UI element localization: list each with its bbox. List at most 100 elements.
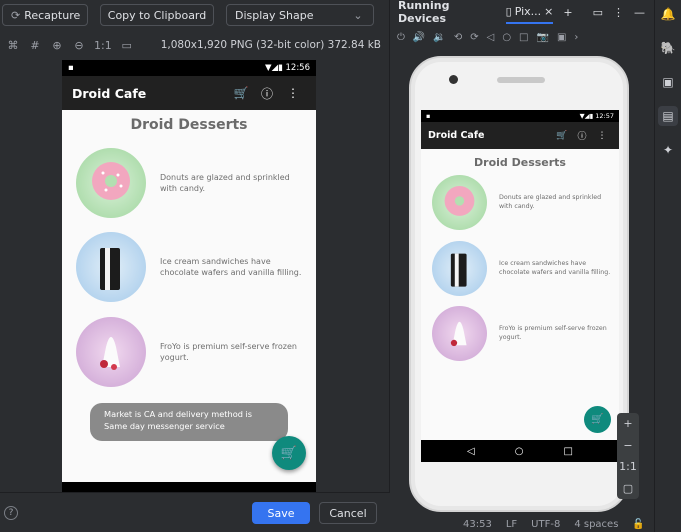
home-icon[interactable]: ○ <box>502 32 511 43</box>
minimize-icon[interactable]: — <box>634 6 645 19</box>
device-nav-bar: ◁ ○ □ <box>421 440 619 462</box>
close-icon[interactable]: × <box>544 5 553 18</box>
tab-device[interactable]: ▯ Pix... × <box>505 0 554 24</box>
add-tab-icon[interactable]: + <box>563 6 572 19</box>
info-icon[interactable]: ⓘ <box>254 85 280 102</box>
list-item: Donuts are glazed and sprinkled with can… <box>432 175 613 230</box>
screenshot-icon[interactable]: 📷 <box>537 32 549 43</box>
copy-to-clipboard-button[interactable]: Copy to Clipboard <box>100 4 214 26</box>
notification-icon: ▪ <box>68 63 74 73</box>
screen-record-icon[interactable]: ▣ <box>557 32 566 43</box>
running-devices-tabs: Running Devices ▯ Pix... × + ▭ ⋮ — <box>391 0 645 25</box>
screenshot-dialog: ⟳ Recapture Copy to Clipboard Display Sh… <box>0 0 390 532</box>
overflow-menu-icon[interactable]: ⋮ <box>592 131 612 141</box>
running-devices-icon[interactable]: ▤ <box>658 106 678 126</box>
dialog-footer: ? Save Cancel <box>0 492 390 532</box>
nav-overview-icon[interactable]: □ <box>564 446 573 457</box>
zoom-in-icon[interactable]: + <box>623 417 632 430</box>
recapture-label: Recapture <box>24 8 81 22</box>
cart-icon[interactable]: 🛒 <box>228 86 254 100</box>
zoom-out-icon[interactable]: − <box>623 439 632 452</box>
volume-up-icon[interactable]: 🔊 <box>413 32 425 43</box>
device-frame: ▪ ▼◢▮ 12:57 Droid Cafe 🛒 ⓘ ⋮ Droid Desse… <box>409 56 629 512</box>
grid-icon[interactable]: # <box>28 38 42 52</box>
save-button[interactable]: Save <box>252 502 310 524</box>
ice-cream-sandwich-description: Ice cream sandwiches have chocolate wafe… <box>160 256 302 277</box>
list-item: Ice cream sandwiches have chocolate wafe… <box>432 241 613 296</box>
power-icon[interactable]: ⏻ <box>397 32 405 43</box>
device-desserts-heading: Droid Desserts <box>474 156 566 169</box>
device-status-time: 12:57 <box>595 112 614 120</box>
display-shape-select[interactable]: Display Shape ⌄ <box>226 4 374 26</box>
more-options-icon[interactable]: ⋮ <box>613 6 624 19</box>
froyo-description: FroYo is premium self-serve frozen yogur… <box>160 341 297 362</box>
zoom-actual-size[interactable]: 1:1 <box>619 460 637 473</box>
info-icon[interactable]: ⓘ <box>572 129 592 142</box>
help-icon[interactable]: ? <box>4 506 18 520</box>
froyo-image[interactable] <box>76 317 146 387</box>
device-app-bar: Droid Cafe 🛒 ⓘ ⋮ <box>421 122 619 149</box>
device-toolbar: ⏻ 🔊 🔉 ⟲ ⟳ ◁ ○ □ 📷 ▣ › <box>397 32 639 43</box>
ice-cream-sandwich-image[interactable] <box>76 232 146 302</box>
overflow-menu-icon[interactable]: ⋮ <box>280 86 306 100</box>
device-mirroring-icon[interactable]: ▣ <box>658 72 678 92</box>
ice-cream-sandwich-image[interactable] <box>432 241 487 296</box>
zoom-in-icon[interactable]: ⊕ <box>50 38 64 52</box>
line-separator[interactable]: LF <box>506 519 517 530</box>
zoom-out-icon[interactable]: ⊖ <box>72 38 86 52</box>
nav-home-icon[interactable]: ○ <box>515 446 524 457</box>
image-icon[interactable]: ▭ <box>120 38 134 52</box>
signal-icon: ▼◢▮ <box>265 63 286 73</box>
dialog-toolbar: ⟳ Recapture Copy to Clipboard Display Sh… <box>2 4 381 26</box>
notification-icon: ▪ <box>426 112 431 120</box>
list-item: Ice cream sandwiches have chocolate wafe… <box>76 232 308 302</box>
notifications-icon[interactable]: 🔔 <box>658 4 678 24</box>
cursor-position[interactable]: 43:53 <box>463 519 492 530</box>
donut-image[interactable] <box>432 175 487 230</box>
zoom-fit-icon[interactable]: ▢ <box>623 482 633 495</box>
device-manager-icon[interactable]: 🐘 <box>658 38 678 58</box>
window-options-icon[interactable]: ▭ <box>593 6 603 19</box>
cart-fab[interactable]: 🛒 <box>584 406 611 433</box>
cancel-button[interactable]: Cancel <box>319 502 377 524</box>
display-shape-label: Display Shape <box>235 8 314 22</box>
donut-image[interactable] <box>76 148 146 218</box>
shopping-cart-icon: 🛒 <box>280 445 298 461</box>
app-bar: Droid Cafe 🛒 ⓘ ⋮ <box>62 76 316 110</box>
device-screen[interactable]: ▪ ▼◢▮ 12:57 Droid Cafe 🛒 ⓘ ⋮ Droid Desse… <box>421 110 619 462</box>
rotate-right-icon[interactable]: ⟳ <box>470 32 478 43</box>
actual-size-button[interactable]: 1:1 <box>94 39 112 52</box>
cart-fab[interactable]: 🛒 <box>272 436 306 470</box>
toast-message: Market is CA and delivery method is Same… <box>90 403 288 441</box>
panel-title: Running Devices <box>398 0 450 25</box>
more-actions-icon[interactable]: › <box>574 32 578 43</box>
cart-icon[interactable]: 🛒 <box>552 131 572 141</box>
device-app-title: Droid Cafe <box>428 130 485 141</box>
fit-icon[interactable]: ⌘ <box>6 38 20 52</box>
list-item: FroYo is premium self-serve frozen yogur… <box>76 317 308 387</box>
right-tool-strip: 🔔 🐘 ▣ ▤ ✦ <box>654 0 681 532</box>
ide-window: ⟳ Recapture Copy to Clipboard Display Sh… <box>0 0 681 532</box>
donut-description: Donuts are glazed and sprinkled with can… <box>499 193 602 210</box>
status-bar: 43:53 LF UTF-8 4 spaces 🔓 <box>391 516 681 532</box>
image-info: 1,080x1,920 PNG (32-bit color) 372.84 kB <box>160 39 381 51</box>
volume-down-icon[interactable]: 🔉 <box>433 32 445 43</box>
froyo-image[interactable] <box>432 306 487 361</box>
image-toolbar: ⌘ # ⊕ ⊖ 1:1 ▭ 1,080x1,920 PNG (32-bit co… <box>6 36 382 54</box>
nav-back-icon[interactable]: ◁ <box>467 446 475 457</box>
status-time: 12:56 <box>285 63 311 73</box>
froyo-description: FroYo is premium self-serve frozen yogur… <box>499 324 607 341</box>
recapture-button[interactable]: ⟳ Recapture <box>2 4 88 26</box>
file-encoding[interactable]: UTF-8 <box>531 519 560 530</box>
device-icon: ▯ <box>505 4 512 18</box>
list-item: Donuts are glazed and sprinkled with can… <box>76 148 308 218</box>
rotate-left-icon[interactable]: ⟲ <box>454 32 462 43</box>
copy-label: Copy to Clipboard <box>107 8 207 22</box>
overview-icon[interactable]: □ <box>519 32 528 43</box>
desserts-heading: Droid Desserts <box>130 117 248 133</box>
back-icon[interactable]: ◁ <box>487 32 495 43</box>
gemini-icon[interactable]: ✦ <box>658 140 678 160</box>
indent-setting[interactable]: 4 spaces <box>574 519 618 530</box>
lock-icon[interactable]: 🔓 <box>632 519 644 530</box>
running-devices-panel: Running Devices ▯ Pix... × + ▭ ⋮ — ⏻ 🔊 🔉… <box>391 0 645 532</box>
